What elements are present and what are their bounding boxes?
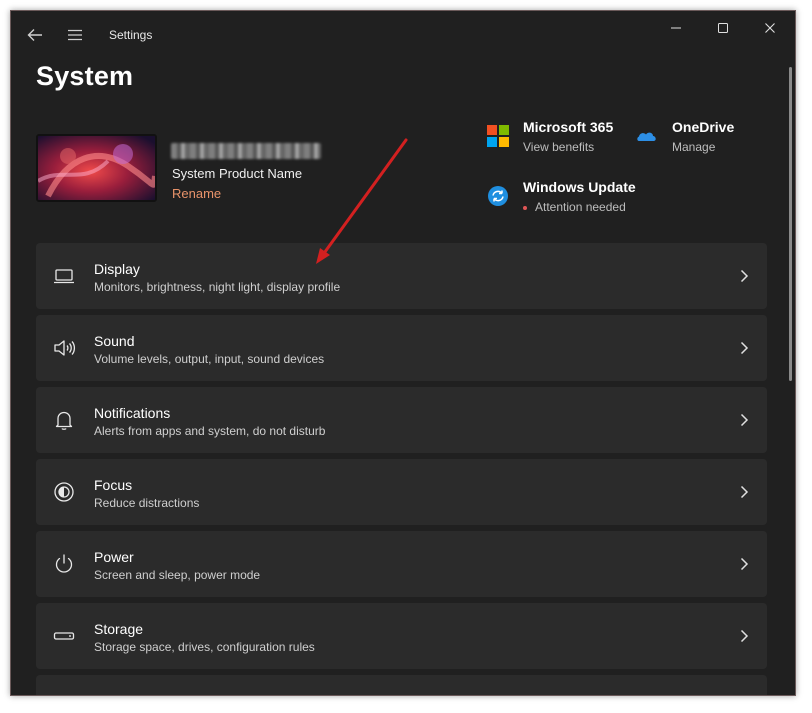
settings-card-notifications[interactable]: Notifications Alerts from apps and syste… [36, 387, 767, 453]
minimize-button[interactable] [653, 11, 699, 45]
device-model-name: System Product Name [172, 166, 303, 181]
device-name-redacted [171, 143, 321, 159]
onedrive-title: OneDrive [672, 119, 735, 135]
card-subtitle: Screen and sleep, power mode [94, 568, 261, 582]
windows-update-status-text: Attention needed [535, 200, 626, 214]
card-title: Focus [94, 477, 133, 493]
settings-card-display[interactable]: Display Monitors, brightness, night ligh… [36, 243, 767, 309]
device-wallpaper-thumbnail [36, 134, 157, 202]
onedrive-subtitle: Manage [672, 140, 716, 154]
back-arrow-icon [27, 29, 42, 41]
settings-card-power[interactable]: Power Screen and sleep, power mode [36, 531, 767, 597]
settings-card-partial[interactable] [36, 675, 767, 695]
settings-card-focus[interactable]: Focus Reduce distractions [36, 459, 767, 525]
chevron-right-icon [740, 413, 749, 427]
attention-dot-icon [523, 205, 527, 210]
microsoft-365-tile[interactable]: Microsoft 365 View benefits [487, 119, 613, 154]
close-button[interactable] [747, 11, 793, 45]
speaker-icon [54, 340, 76, 356]
settings-card-storage[interactable]: Storage Storage space, drives, configura… [36, 603, 767, 669]
card-subtitle: Alerts from apps and system, do not dist… [94, 424, 326, 438]
navigation-menu-button[interactable] [61, 21, 89, 49]
power-icon [55, 554, 73, 573]
microsoft-logo-icon [487, 125, 509, 147]
settings-card-sound[interactable]: Sound Volume levels, output, input, soun… [36, 315, 767, 381]
microsoft-365-title: Microsoft 365 [523, 119, 614, 135]
chevron-right-icon [740, 629, 749, 643]
chevron-right-icon [740, 485, 749, 499]
card-title: Power [94, 549, 134, 565]
settings-window: Settings System System Product Name Rena… [10, 10, 796, 696]
storage-drive-icon [53, 632, 75, 640]
windows-update-status: Attention needed [523, 200, 636, 214]
hamburger-menu-icon [68, 29, 82, 41]
display-laptop-icon [54, 269, 74, 284]
microsoft-365-subtitle: View benefits [523, 140, 595, 154]
bell-icon [55, 411, 73, 430]
windows-update-tile[interactable]: Windows Update Attention needed [487, 179, 636, 214]
card-subtitle: Monitors, brightness, night light, displ… [94, 280, 341, 294]
onedrive-cloud-icon [637, 132, 656, 141]
close-icon [765, 23, 775, 33]
chevron-right-icon [740, 557, 749, 571]
chevron-right-icon [740, 269, 749, 283]
vertical-scrollbar[interactable] [789, 67, 792, 381]
back-button[interactable] [21, 21, 49, 49]
onedrive-tile[interactable]: OneDrive Manage [636, 119, 734, 154]
card-subtitle: Reduce distractions [94, 496, 200, 510]
card-title: Sound [94, 333, 135, 349]
chevron-right-icon [740, 341, 749, 355]
focus-icon [54, 482, 74, 502]
windows-update-title: Windows Update [523, 179, 636, 195]
maximize-button[interactable] [700, 11, 746, 45]
card-subtitle: Volume levels, output, input, sound devi… [94, 352, 325, 366]
maximize-icon [718, 23, 728, 33]
card-subtitle: Storage space, drives, configuration rul… [94, 640, 315, 654]
windows-update-icon [488, 186, 508, 206]
card-title: Storage [94, 621, 144, 637]
minimize-icon [671, 27, 681, 29]
page-title: System [36, 61, 134, 91]
card-title: Notifications [94, 405, 171, 421]
title-bar: Settings [11, 11, 795, 59]
app-title: Settings [109, 28, 153, 42]
card-title: Display [94, 261, 140, 277]
rename-link[interactable]: Rename [172, 186, 221, 201]
